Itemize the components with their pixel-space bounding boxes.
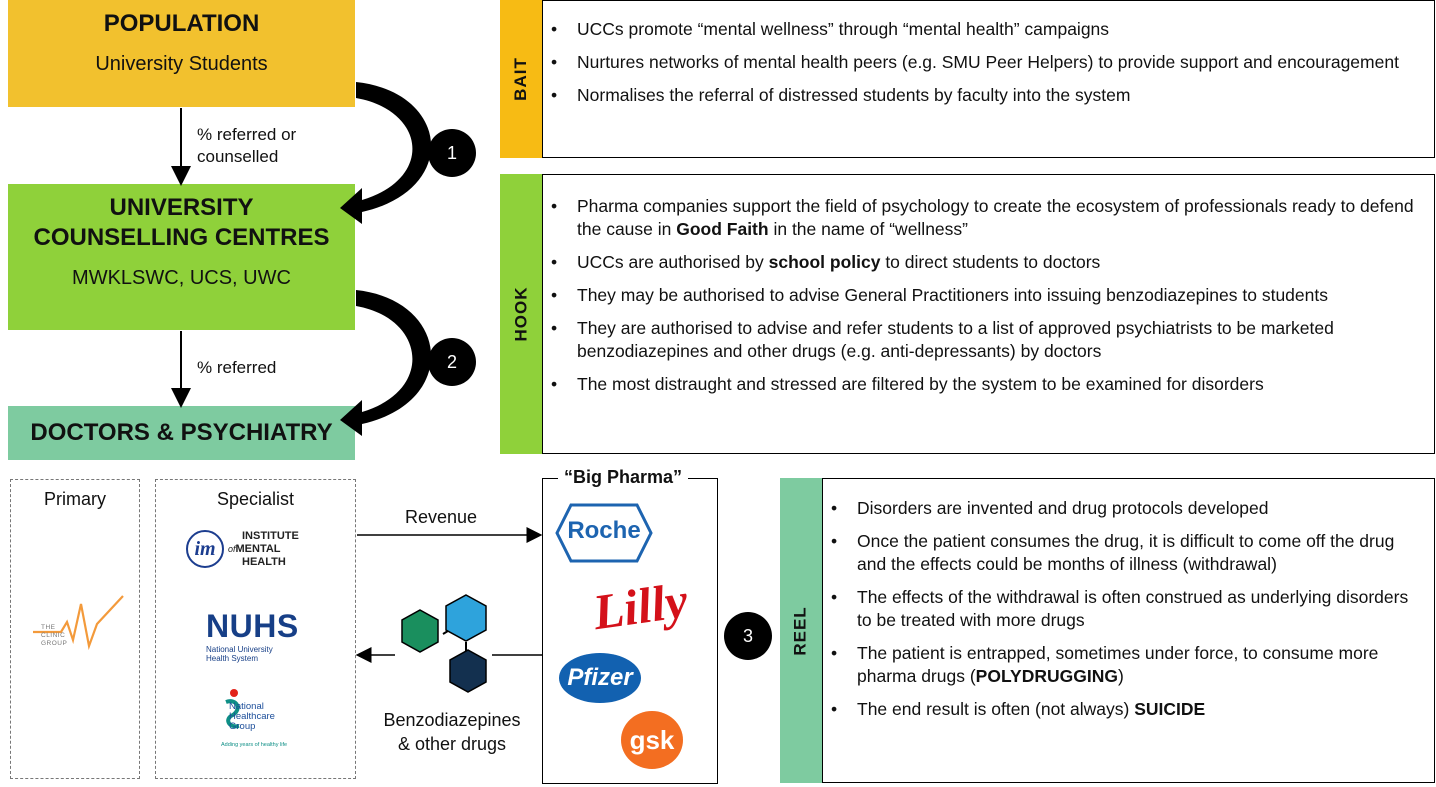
primary-box: Primary THE CLINIC GROUP <box>10 479 140 779</box>
hook-bullet-5: The most distraught and stressed are fil… <box>543 373 1420 396</box>
nhg-wordmark: National Healthcare Group <box>229 702 275 732</box>
hook-bullet-2: UCCs are authorised by school policy to … <box>543 251 1420 274</box>
reel-bullet-3: The effects of the withdrawal is often c… <box>823 586 1424 632</box>
step-1-badge: 1 <box>428 129 476 177</box>
clinic-logo-line3: GROUP <box>41 640 68 647</box>
nuhs-logo: NUHS National University Health System <box>206 608 299 663</box>
bait-tab: BAIT <box>500 0 542 158</box>
hook-bullet-4: They are authorised to advise and refer … <box>543 317 1420 363</box>
hook-bullet-2-bold: school policy <box>768 252 881 272</box>
hook-panel: Pharma companies support the field of ps… <box>542 174 1435 454</box>
lilly-logo: Lilly <box>589 571 691 641</box>
hook-bullet-1-text-b: in the name of “wellness” <box>768 219 968 239</box>
flow-label-1-line2: counselled <box>197 147 279 166</box>
primary-title: Primary <box>44 489 106 509</box>
roche-logo: Roche <box>555 503 653 563</box>
big-pharma-title: “Big Pharma” <box>558 467 689 488</box>
clinic-logo-line1: THE <box>41 624 56 631</box>
reel-bullet-1: Disorders are invented and drug protocol… <box>823 497 1424 520</box>
reel-tab-label: REEL <box>791 605 810 656</box>
imh-of: of <box>228 544 236 554</box>
hook-bullet-2-text-b: to direct students to doctors <box>880 252 1101 272</box>
nuhs-line1: National University <box>206 645 273 654</box>
nuhs-name: NUHS <box>206 608 299 644</box>
hook-tab: HOOK <box>500 174 542 454</box>
reel-bullet-5-text-a: The end result is often (not always) <box>857 699 1135 719</box>
curved-arrow-2 <box>340 290 432 436</box>
step-3-badge: 3 <box>724 612 772 660</box>
step-2-badge: 2 <box>428 338 476 386</box>
bait-tab-label: BAIT <box>511 57 531 101</box>
imh-line2: MENTAL <box>235 543 281 555</box>
bait-panel: UCCs promote “mental wellness” through “… <box>542 0 1435 158</box>
imh-line3: HEALTH <box>242 556 286 568</box>
imh-mark: im <box>186 530 224 568</box>
hook-bullet-2-text-a: UCCs are authorised by <box>577 252 769 272</box>
imh-mark-text: im <box>194 537 216 560</box>
nhg-line3: Group <box>229 721 256 732</box>
reel-bullet-4: The patient is entrapped, sometimes unde… <box>823 642 1424 688</box>
reel-bullets: Disorders are invented and drug protocol… <box>823 497 1424 721</box>
drugs-label-line2: & other drugs <box>397 734 507 754</box>
specialist-title: Specialist <box>216 489 295 509</box>
pfizer-logo: Pfizer <box>559 653 641 703</box>
clinic-group-logo-text: THE CLINIC GROUP <box>41 624 67 648</box>
flow-label-1: % referred or counselled <box>197 124 296 168</box>
flow-arrows <box>171 82 432 436</box>
nhg-tagline: Adding years of healthy life <box>221 742 288 748</box>
bait-bullet-3: Normalises the referral of distressed st… <box>543 84 1420 107</box>
reel-bullet-4-bold: POLYDRUGGING <box>975 666 1118 686</box>
molecule-icon <box>401 594 487 693</box>
curved-arrow-1 <box>340 82 432 224</box>
revenue-label: Revenue <box>405 507 478 527</box>
gsk-text: gsk <box>629 724 675 755</box>
specialist-box: Specialist im INSTITUTE ofMENTAL HEALTH … <box>155 479 356 779</box>
reel-bullet-5-bold: SUICIDE <box>1134 699 1206 719</box>
reel-bullet-4-text-b: ) <box>1117 666 1124 686</box>
bait-bullet-2: Nurtures networks of mental health peers… <box>543 51 1420 74</box>
hook-bullet-1-bold: Good Faith <box>676 219 769 239</box>
reel-bullet-2: Once the patient consumes the drug, it i… <box>823 530 1424 576</box>
imh-line2-wrap: ofMENTAL <box>228 543 299 556</box>
reel-tab: REEL <box>780 478 822 783</box>
flow-label-1-line1: % referred or <box>197 125 297 144</box>
bait-bullets: UCCs promote “mental wellness” through “… <box>543 18 1420 107</box>
reel-bullet-5: The end result is often (not always) SUI… <box>823 698 1424 721</box>
gsk-logo: gsk <box>621 711 683 769</box>
hook-bullet-3: They may be authorised to advise General… <box>543 284 1420 307</box>
hook-bullet-1: Pharma companies support the field of ps… <box>543 195 1420 241</box>
hook-bullets: Pharma companies support the field of ps… <box>543 195 1420 396</box>
imh-wordmark: INSTITUTE ofMENTAL HEALTH <box>228 530 299 569</box>
big-pharma-box: “Big Pharma” Roche Lilly Pfizer gsk <box>542 467 718 784</box>
drugs-label: Benzodiazepines & other drugs <box>368 708 536 756</box>
reel-panel: Disorders are invented and drug protocol… <box>822 478 1435 783</box>
pfizer-text: Pfizer <box>567 664 633 691</box>
hook-tab-label: HOOK <box>511 286 530 342</box>
nuhs-line2: Health System <box>206 654 259 663</box>
clinic-logo-line2: CLINIC <box>41 632 66 639</box>
nhg-logo: National Healthcare Group Adding years o… <box>221 688 331 758</box>
flow-label-2: % referred <box>197 358 277 377</box>
bait-bullet-1: UCCs promote “mental wellness” through “… <box>543 18 1420 41</box>
drugs-label-line1: Benzodiazepines <box>383 710 521 730</box>
imh-logo: im INSTITUTE ofMENTAL HEALTH <box>186 528 356 578</box>
imh-line1: INSTITUTE <box>242 530 299 542</box>
roche-text: Roche <box>567 517 641 544</box>
